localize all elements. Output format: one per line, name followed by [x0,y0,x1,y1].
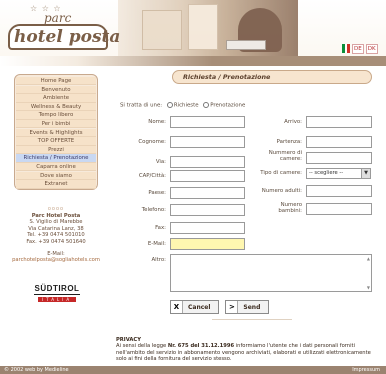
nav-item-top-offerte[interactable]: TOP OFFERTE [16,137,96,146]
cancel-button[interactable]: X Cancel [170,300,220,314]
footer-impressum-link[interactable]: Impressum [352,366,380,374]
field-label-adulti: Numero adulti: [261,188,302,194]
email-input[interactable] [170,238,245,250]
paese-input[interactable] [170,187,245,199]
nav-item-wellness[interactable]: Wellness & Beauty [16,102,96,112]
contact-email-label: E-Mail: [47,250,65,257]
field-label-paese: Paese: [148,190,166,196]
cognome-input[interactable] [170,136,245,148]
field-label-email: E-Mail: [147,241,166,247]
nav-item-richiesta[interactable]: Richiesta / Prenotazione [16,154,96,163]
privacy-text-before: Ai sensi della legge [116,343,168,350]
nav-item-events[interactable]: Events & Highlights [16,128,96,137]
italian-flag-icon[interactable] [342,44,351,53]
divider [212,319,292,320]
cancel-button-label: Cancel [188,303,211,311]
hotel-logo[interactable]: ☆ ☆ ☆ parc hotel posta [6,4,120,56]
via-input[interactable] [170,156,245,168]
logo-main-text: hotel posta [14,27,121,47]
logo-frame: hotel posta [8,24,120,50]
nav-item-dove-siamo[interactable]: Dove siamo [16,171,96,180]
field-label-fax: Fax: [155,225,166,231]
nav-item-tempo-libero[interactable]: Tempo libero [16,111,96,120]
arrivo-input[interactable] [306,116,372,128]
contact-name: Parc Hotel Posta [31,212,81,219]
field-label-cap: CAP/Città: [138,173,166,179]
radio-prenotazione[interactable] [203,102,210,108]
footer-credit[interactable]: © 2002 web by Medieline [4,366,69,374]
field-label-altro: Altro: [151,257,166,263]
language-link-dk[interactable]: DK [365,44,378,54]
contact-fax: Fax. +39 0474 501640 [26,238,86,245]
field-label-tipo-camere: Tipo di camere: [260,170,302,176]
contact-address-2: Via Catarina Lanz, 38 [28,225,84,232]
request-type-label: Si tratta di une: [120,102,163,109]
main-content: Richiesta / Prenotazione Si tratta di un… [112,66,386,366]
page-title: Richiesta / Prenotazione [183,73,271,81]
laptop-image [226,40,266,50]
field-label-camere: Nummero di camere: [268,150,302,162]
nav-item-extranet[interactable]: Extranet [16,180,96,189]
numero-camere-input[interactable] [306,152,372,164]
language-link-de[interactable]: DE [352,44,364,54]
contact-email-link[interactable]: parchotelposta@sogliahotels.com [0,257,112,264]
field-label-partenza: Partenza: [276,139,302,145]
building-image [142,10,182,50]
field-label-via: Via: [155,159,166,165]
nome-input[interactable] [170,116,245,128]
chevron-down-icon[interactable]: ▼ [361,169,370,178]
nav-item-benvenuto[interactable]: Benvenuto [16,85,96,94]
scroll-up-icon[interactable]: ▲ [367,256,370,261]
contact-info: oooo Parc Hotel Posta S. Vigilio di Mare… [0,206,112,264]
nav-item-caparra[interactable]: Caparra online [16,163,96,172]
header-photo [118,0,298,58]
privacy-notice: PRIVACY Ai sensi della legge Nr. 675 del… [116,337,382,363]
header-band [0,56,386,66]
scroll-down-icon[interactable]: ▼ [367,285,370,290]
radio-richieste-label: Richieste [173,102,199,109]
nav-item-prezzi[interactable]: Prezzi [16,145,96,155]
contact-tel: Tel. +39 0474 501010 [27,232,85,239]
language-switcher: DE DK [342,44,378,54]
nav-item-ambiente[interactable]: Ambiente [16,94,96,103]
field-label-telefono: Telefono: [141,207,166,213]
telefono-input[interactable] [170,204,245,216]
form-buttons: X Cancel > Send [170,300,270,314]
request-type-group: Si tratta di une: Richieste Prenotazione [120,102,245,109]
nav-item-home[interactable]: Home Page [16,77,96,86]
field-label-bambini: Numero bambini: [278,202,302,214]
tipo-camere-value: -- scegliere -- [309,170,344,176]
building-image [188,4,218,50]
tipo-camere-select[interactable]: -- scegliere -- ▼ [306,168,371,179]
footer: © 2002 web by Medieline Impressum [0,366,386,374]
sudtirol-logo[interactable]: SÜDTIROL ITALIA [34,284,80,303]
nav-item-bimbi[interactable]: Per i bimbi [16,120,96,129]
send-button-label: Send [243,303,261,311]
fax-input[interactable] [170,222,245,234]
field-label-cognome: Cognome: [138,139,166,145]
numero-adulti-input[interactable] [306,185,372,197]
sudtirol-logo-text: SÜDTIROL [34,284,80,295]
altro-textarea[interactable]: ▲ ▼ [170,254,372,292]
contact-separator: oooo [47,206,65,212]
field-label-nome: Nome: [148,119,166,125]
logo-small-text: parc [44,11,72,25]
partenza-input[interactable] [306,136,372,148]
field-label-arrivo: Arrivo: [284,119,302,125]
page-title-bar: Richiesta / Prenotazione [172,70,372,84]
contact-address-1: S. Vigilio di Marebbe [29,219,83,226]
radio-prenotazione-label: Prenotazione [210,102,246,109]
send-button[interactable]: > Send [225,300,270,314]
privacy-law: Nr. 675 del 31.12.1996 [167,343,235,350]
radio-richieste[interactable] [166,102,173,108]
arrow-right-icon: > [226,301,239,313]
numero-bambini-input[interactable] [306,203,372,215]
header: ☆ ☆ ☆ parc hotel posta [0,0,386,64]
close-icon: X [171,301,183,313]
sidebar: Home Page Benvenuto Ambiente Wellness & … [0,66,112,366]
cap-citta-input[interactable] [170,170,245,182]
sudtirol-logo-subtext: ITALIA [37,297,77,302]
